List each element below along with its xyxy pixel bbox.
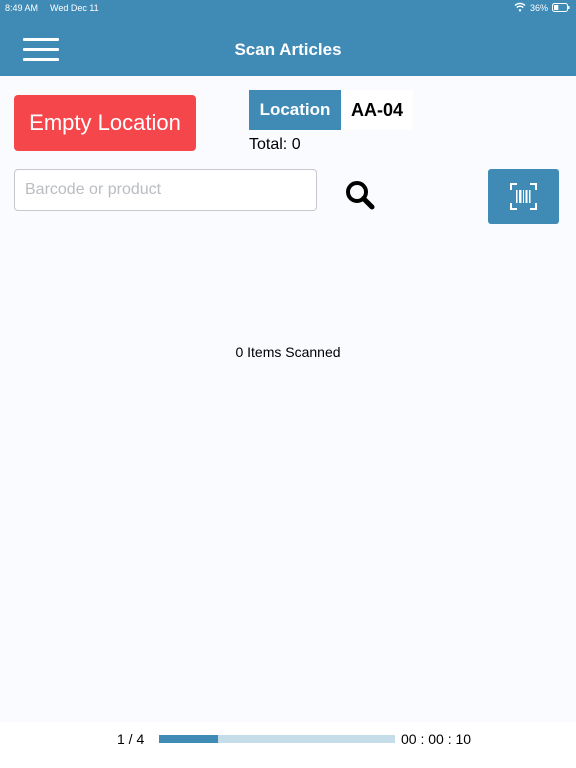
total-count: Total: 0 — [249, 136, 301, 154]
battery-percent: 36% — [530, 3, 549, 13]
elapsed-timer: 00 : 00 : 10 — [401, 731, 472, 747]
battery-icon — [552, 3, 570, 12]
status-date: Wed Dec 11 — [50, 3, 99, 13]
footer-bar — [0, 722, 576, 768]
empty-location-button[interactable]: Empty Location — [14, 95, 196, 151]
barcode-scan-icon — [510, 183, 537, 210]
scan-articles-screen: 8:49 AM Wed Dec 11 36% Scan Articles Emp… — [0, 0, 576, 768]
page-indicator: 1 / 4 — [117, 731, 145, 747]
wifi-icon — [514, 2, 526, 12]
location-label: Location — [249, 90, 341, 130]
barcode-search-input[interactable] — [14, 169, 317, 211]
page-title: Scan Articles — [234, 40, 342, 59]
progress-bar — [159, 735, 395, 743]
location-value: AA-04 — [341, 90, 413, 130]
total-value: 0 — [291, 136, 301, 153]
search-button[interactable] — [340, 176, 380, 216]
status-time: 8:49 AM — [5, 3, 39, 13]
progress-fill — [159, 735, 218, 743]
total-label: Total: — [249, 136, 292, 153]
search-icon — [346, 181, 375, 210]
app-header: 8:49 AM Wed Dec 11 36% Scan Articles — [0, 0, 576, 76]
barcode-scan-button[interactable] — [488, 169, 559, 224]
status-bar: 8:49 AM Wed Dec 11 36% — [0, 0, 576, 18]
items-scanned-count: 0 Items Scanned — [235, 344, 341, 360]
